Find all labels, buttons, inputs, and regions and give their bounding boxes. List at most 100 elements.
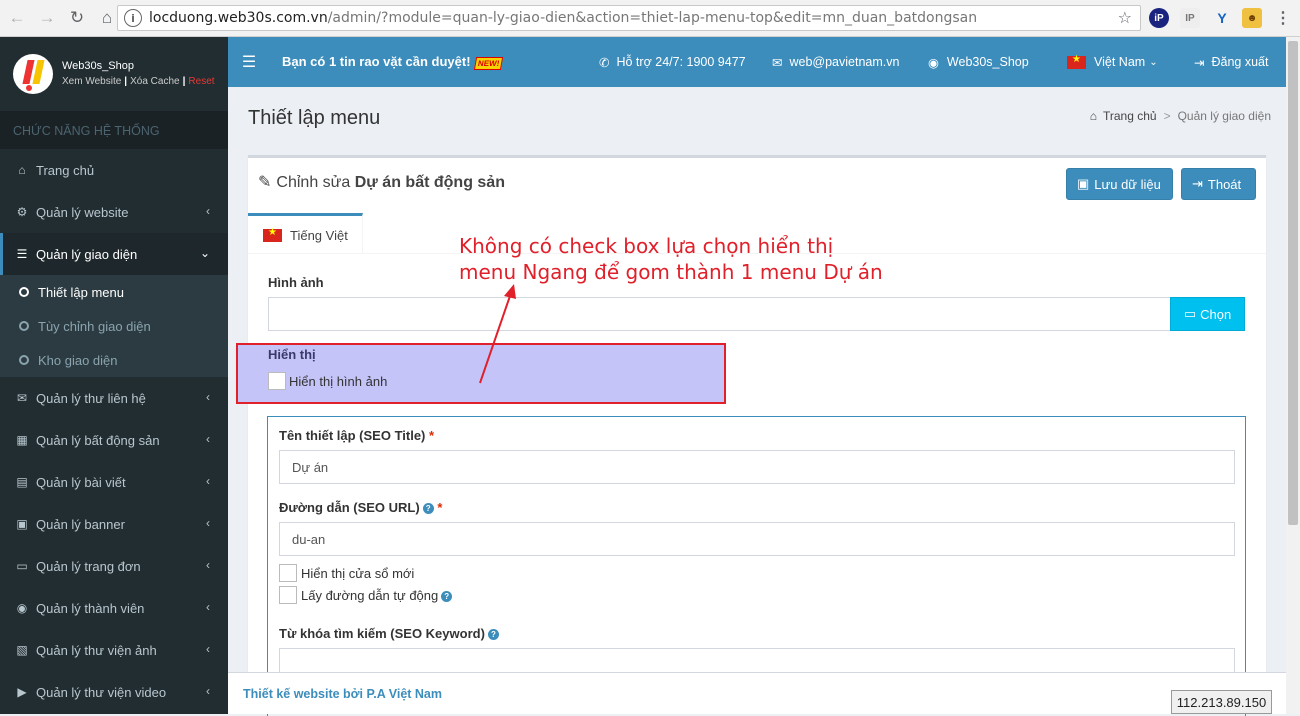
extension-ip-icon[interactable]: iP <box>1149 8 1169 28</box>
url-path: /admin/?module=quan-ly-giao-dien&action=… <box>327 10 978 26</box>
sidebar-toggle-icon[interactable]: ☰ <box>231 52 267 72</box>
image-icon: ▣ <box>16 517 28 531</box>
language-select[interactable]: Việt Nam⌄ <box>1067 37 1158 87</box>
browser-menu-icon[interactable]: ⋮ <box>1273 8 1293 28</box>
question-circle-icon[interactable]: ? <box>487 629 499 641</box>
exit-button[interactable]: ⇥ Thoát <box>1181 168 1256 200</box>
back-icon[interactable]: ← <box>4 5 30 31</box>
sidebar-item-website[interactable]: ⚙ Quản lý website ‹ <box>0 191 228 233</box>
support-email[interactable]: ✉ web@pavietnam.vn <box>772 37 899 87</box>
reload-icon[interactable]: ↻ <box>64 5 90 31</box>
user-menu[interactable]: ◉ Web30s_Shop <box>928 37 1029 87</box>
chevron-left-icon: ‹ <box>206 642 210 656</box>
brand: Web30s_Shop Xem Website | Xóa Cache | Reset <box>0 37 228 111</box>
breadcrumb-current: Quản lý giao diện <box>1177 109 1271 123</box>
save-icon: ▣ <box>1077 176 1090 191</box>
sidebar-item-realestate[interactable]: ▦ Quản lý bất động sản ‹ <box>0 419 228 461</box>
newspaper-icon: ▤ <box>16 475 28 489</box>
chevron-left-icon: ‹ <box>206 432 210 446</box>
sidebar-sub-menu-setup[interactable]: Thiết lập menu <box>0 275 228 309</box>
pending-notice[interactable]: Bạn có 1 tin rao vặt cần duyệt! NEW! <box>282 54 504 70</box>
laptop-icon: ▭ <box>16 559 28 573</box>
logout-button[interactable]: ⇥ Đăng xuất <box>1194 37 1268 87</box>
view-website-link[interactable]: Xem Website <box>62 76 121 87</box>
sidebar-item-home[interactable]: ⌂ Trang chủ <box>0 149 228 191</box>
info-icon[interactable]: i <box>124 9 142 27</box>
chevron-left-icon: ‹ <box>206 204 210 218</box>
display-label: Hiển thị <box>268 347 316 362</box>
vietnam-flag-icon <box>263 227 282 242</box>
breadcrumb: ⌂ Trang chủ > Quản lý giao diện <box>1089 109 1271 123</box>
sidebar-item-pages[interactable]: ▭ Quản lý trang đơn ‹ <box>0 545 228 587</box>
extension-ip-icon-2[interactable]: IP <box>1180 8 1200 28</box>
photo-icon: ▧ <box>16 643 28 657</box>
phone-icon: ✆ <box>599 55 610 70</box>
ip-address-box: 112.213.89.150 <box>1171 690 1272 714</box>
save-button[interactable]: ▣ Lưu dữ liệu <box>1066 168 1173 200</box>
breadcrumb-home[interactable]: Trang chủ <box>1103 109 1157 123</box>
folder-open-icon: ▭ <box>1183 306 1197 321</box>
clear-cache-link[interactable]: Xóa Cache <box>130 76 179 87</box>
address-bar[interactable]: i locduong.web30s.com.vn/admin/?module=q… <box>117 5 1141 31</box>
seo-url-input[interactable]: du-an <box>279 522 1235 556</box>
footer-credit[interactable]: Thiết kế website bởi P.A Việt Nam <box>243 687 442 701</box>
chevron-left-icon: ‹ <box>206 390 210 404</box>
gears-icon: ⚙ <box>16 205 28 219</box>
sign-out-icon: ⇥ <box>1192 176 1203 191</box>
top-navbar: ☰ Bạn có 1 tin rao vặt cần duyệt! NEW! ✆ H… <box>228 37 1300 87</box>
video-icon: ▶ <box>17 685 27 699</box>
bookmark-star-icon[interactable]: ☆ <box>1118 8 1132 27</box>
support-phone[interactable]: ✆ Hỗ trợ 24/7: 1900 9477 <box>599 37 746 87</box>
circle-icon <box>19 321 29 331</box>
new-window-label: Hiển thị cửa sổ mới <box>301 566 415 581</box>
image-label: Hình ảnh <box>268 275 324 290</box>
seo-url-label: Đường dẫn (SEO URL)? * <box>279 500 443 515</box>
home-icon: ⌂ <box>1089 109 1097 123</box>
sidebar-item-banner[interactable]: ▣ Quản lý banner ‹ <box>0 503 228 545</box>
extension-face-icon[interactable]: ☻ <box>1242 8 1262 28</box>
user-circle-icon: ◉ <box>16 601 28 615</box>
sidebar-item-articles[interactable]: ▤ Quản lý bài viết ‹ <box>0 461 228 503</box>
envelope-icon: ✉ <box>772 55 783 70</box>
sign-out-icon: ⇥ <box>1194 55 1205 70</box>
auto-url-checkbox[interactable] <box>279 586 297 604</box>
annotation-text: Không có check box lựa chọn hiển thị men… <box>459 234 883 284</box>
sidebar-item-members[interactable]: ◉ Quản lý thành viên ‹ <box>0 587 228 629</box>
reset-link[interactable]: Reset <box>188 76 214 87</box>
sidebar-item-interface[interactable]: ☰ Quản lý giao diện ⌄ <box>0 233 228 275</box>
choose-image-button[interactable]: ▭ Chọn <box>1170 297 1245 331</box>
image-input[interactable] <box>268 297 1171 331</box>
user-circle-icon: ◉ <box>928 55 939 70</box>
sidebar-submenu: Thiết lập menu Tùy chỉnh giao diện Kho g… <box>0 275 228 377</box>
new-badge: NEW! <box>473 57 504 70</box>
page-title: Thiết lập menu <box>248 107 381 129</box>
sidebar-sub-customize[interactable]: Tùy chỉnh giao diện <box>0 309 228 343</box>
page-scrollbar[interactable] <box>1286 37 1300 714</box>
sidebar-item-contact[interactable]: ✉ Quản lý thư liên hệ ‹ <box>0 377 228 419</box>
chevron-down-icon: ⌄ <box>199 246 210 260</box>
extension-y-icon[interactable]: Y <box>1212 8 1232 28</box>
chevron-down-icon: ⌄ <box>1149 56 1158 68</box>
sidebar-header: CHỨC NĂNG HỆ THỐNG <box>0 111 228 149</box>
chevron-left-icon: ‹ <box>206 684 210 698</box>
display-image-checkbox[interactable] <box>268 372 286 390</box>
tab-vietnamese[interactable]: Tiếng Việt <box>248 213 363 254</box>
sidebar-sub-theme-store[interactable]: Kho giao diện <box>0 343 228 377</box>
question-circle-icon[interactable]: ? <box>441 591 453 603</box>
building-icon: ▦ <box>16 433 28 447</box>
new-window-checkbox[interactable] <box>279 564 297 582</box>
circle-icon <box>19 355 29 365</box>
footer: Thiết kế website bởi P.A Việt Nam <box>228 672 1286 714</box>
browser-toolbar: ← → ↻ ⌂ i locduong.web30s.com.vn/admin/?… <box>0 0 1300 37</box>
question-circle-icon[interactable]: ? <box>422 503 434 515</box>
forward-icon[interactable]: → <box>34 5 60 31</box>
sidebar-item-video[interactable]: ▶ Quản lý thư viện video ‹ <box>0 671 228 713</box>
scrollbar-thumb[interactable] <box>1288 41 1298 525</box>
edit-item-name: Dự án bất động sản <box>354 174 505 191</box>
url-host: locduong.web30s.com.vn <box>149 10 328 26</box>
seo-title-input[interactable]: Dự án <box>279 450 1235 484</box>
chevron-left-icon: ‹ <box>206 474 210 488</box>
chevron-left-icon: ‹ <box>206 600 210 614</box>
sidebar-item-gallery[interactable]: ▧ Quản lý thư viện ảnh ‹ <box>0 629 228 671</box>
logo <box>13 54 53 94</box>
